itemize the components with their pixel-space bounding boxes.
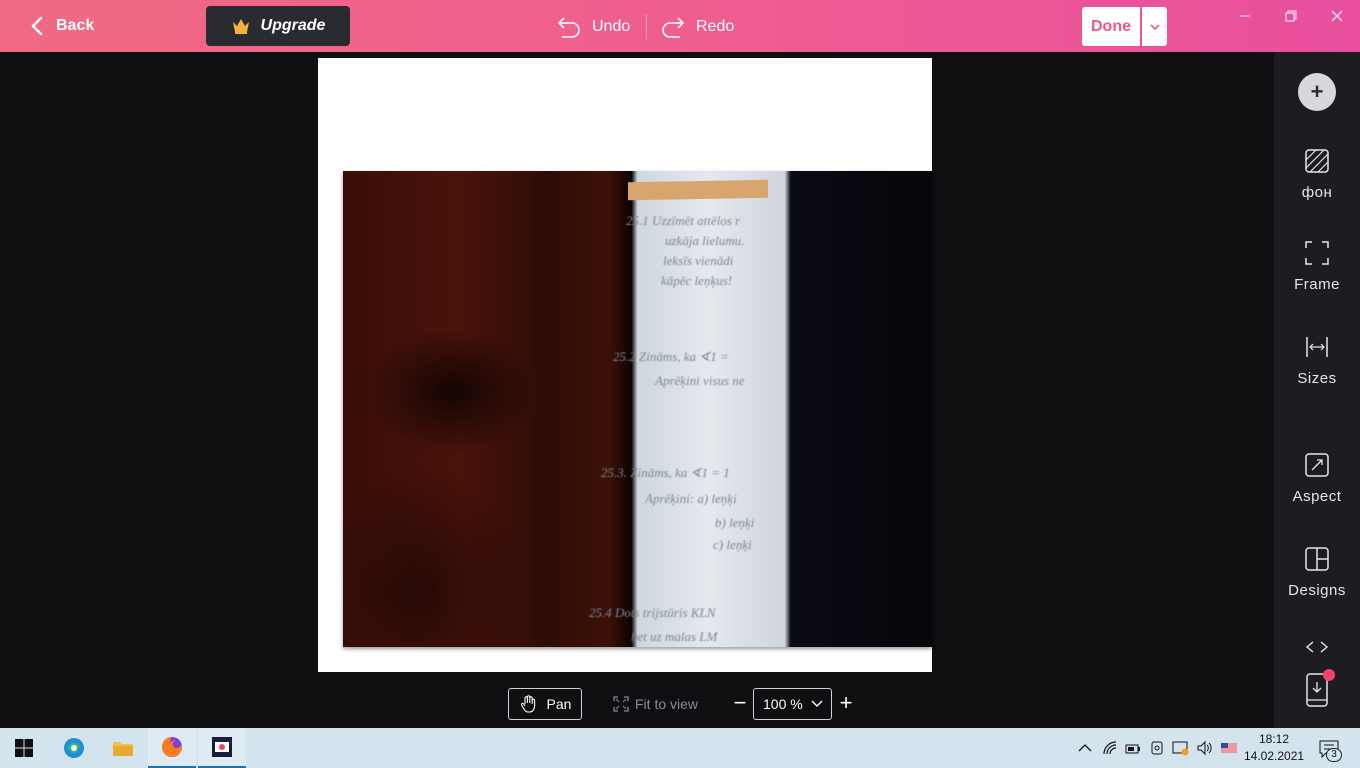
device-status-icon[interactable] (1172, 740, 1190, 756)
undo-icon (557, 17, 580, 38)
taskbar-firefox[interactable] (148, 728, 196, 768)
photo-text-line: uzkāja lielumu. (665, 233, 745, 248)
photo-app-icon (212, 737, 232, 757)
chevron-left-icon (31, 16, 43, 36)
photo-text-line: 25.1 Uzzīmēt attēlos r (626, 213, 741, 228)
photo-text-line: kāpēc leņķus! (661, 273, 733, 288)
taskbar-photo-editor[interactable] (198, 728, 246, 768)
frame-tool[interactable]: Frame (1274, 240, 1360, 293)
chevron-down-icon (811, 700, 823, 707)
done-button[interactable]: Done (1082, 7, 1140, 46)
back-label: Back (56, 17, 95, 34)
photo-text-line: 25.2 Zināms, ka ∢1 = (613, 349, 729, 364)
background-label: фон (1301, 184, 1333, 201)
photo-text-line: bet uz malas LM (631, 629, 718, 644)
fit-to-view-button[interactable]: Fit to view (613, 694, 698, 714)
photo-text-line: Aprēķini visus ne (655, 373, 745, 388)
photo-text-line: 25.4 Dots trijstūris KLN (589, 605, 716, 620)
top-toolbar: Back Upgrade Undo Redo Done (0, 0, 1360, 52)
photo-text-line: c) leņķi (713, 537, 752, 552)
start-button[interactable] (0, 728, 48, 768)
right-sidebar: + фон Frame Sizes Aspect Designs (1274, 52, 1360, 728)
photo-text-line: Aprēķini: a) leņķi (645, 491, 737, 506)
upgrade-label: Upgrade (260, 17, 326, 34)
folder-icon (113, 742, 133, 756)
zoom-select[interactable]: 100 % (753, 688, 832, 720)
battery-icon[interactable] (1125, 740, 1141, 756)
windows-logo-icon (15, 739, 33, 757)
system-clock[interactable]: 18:12 14.02.2021 (1244, 731, 1304, 765)
notification-badge: 3 (1326, 748, 1342, 762)
sizes-label: Sizes (1297, 370, 1337, 387)
add-button[interactable]: + (1298, 73, 1336, 111)
designs-tool[interactable]: Designs (1274, 546, 1360, 599)
pan-button[interactable]: Pan (508, 688, 582, 720)
hand-icon (520, 695, 535, 713)
aspect-ratio-icon (1305, 453, 1329, 477)
undo-button[interactable]: Undo (556, 12, 630, 42)
windows-taskbar: 18:12 14.02.2021 3 (0, 728, 1360, 768)
notification-dot (1323, 669, 1335, 681)
photo-shadow-region (343, 171, 613, 647)
window-close-button[interactable] (1322, 6, 1352, 26)
aspect-label: Aspect (1292, 488, 1342, 505)
fit-to-view-label: Fit to view (635, 696, 699, 712)
designs-label: Designs (1288, 582, 1346, 599)
aspect-tool[interactable]: Aspect (1274, 452, 1360, 505)
webcam-icon[interactable] (1149, 740, 1165, 756)
layout-icon (1305, 547, 1329, 571)
window-restore-button[interactable] (1276, 6, 1306, 26)
zoom-value: 100 % (763, 696, 803, 712)
taskbar-file-explorer[interactable] (99, 728, 147, 768)
back-button[interactable]: Back (30, 12, 94, 40)
photo-text-line: b) leņķi (715, 515, 755, 530)
redo-label: Redo (696, 18, 735, 35)
photo-image[interactable]: 25.1 Uzzīmēt attēlos r uzkāja lielumu. l… (343, 171, 932, 647)
resize-width-icon (1306, 337, 1328, 357)
chevron-down-icon (1149, 23, 1160, 30)
clock-date: 14.02.2021 (1244, 749, 1305, 763)
edge-browser-icon (64, 738, 84, 758)
us-flag-icon[interactable] (1220, 740, 1238, 756)
design-page[interactable]: 25.1 Uzzīmēt attēlos r uzkāja lielumu. l… (318, 58, 932, 672)
sizes-tool[interactable]: Sizes (1274, 334, 1360, 387)
toolbar-divider (646, 14, 647, 40)
network-icon[interactable] (1102, 740, 1118, 756)
photo-text-line: 25.3. Zināms, ka ∢1 = 1 (601, 465, 730, 480)
pan-label: Pan (546, 696, 572, 712)
photo-text-line: leksīs vienādi (663, 253, 734, 268)
chevron-up-icon[interactable] (1077, 740, 1093, 756)
firefox-icon (161, 736, 182, 757)
minimize-icon (1240, 15, 1250, 17)
undo-label: Undo (592, 18, 631, 35)
upgrade-button[interactable]: Upgrade (206, 6, 350, 46)
taskbar-edge[interactable] (50, 728, 98, 768)
restore-icon (1285, 10, 1297, 22)
background-tool[interactable]: фон (1274, 148, 1360, 201)
fit-view-icon (613, 696, 629, 712)
done-dropdown-button[interactable] (1142, 7, 1167, 46)
zoom-out-button[interactable]: − (731, 692, 749, 714)
frame-label: Frame (1294, 276, 1340, 293)
photo-orange-banner (628, 179, 768, 201)
code-chevrons-icon[interactable] (1305, 640, 1329, 654)
redo-icon (662, 17, 685, 38)
zoom-in-button[interactable]: + (836, 692, 856, 715)
redo-button[interactable]: Redo (660, 12, 734, 42)
window-minimize-button[interactable] (1230, 6, 1260, 26)
crown-icon (232, 19, 249, 34)
frame-icon (1305, 241, 1329, 265)
close-icon (1331, 10, 1343, 22)
clock-time: 18:12 (1258, 732, 1290, 746)
hatched-square-icon (1305, 149, 1329, 173)
editor-canvas[interactable]: 25.1 Uzzīmēt attēlos r uzkāja lielumu. l… (0, 52, 1274, 728)
volume-icon[interactable] (1196, 740, 1214, 756)
